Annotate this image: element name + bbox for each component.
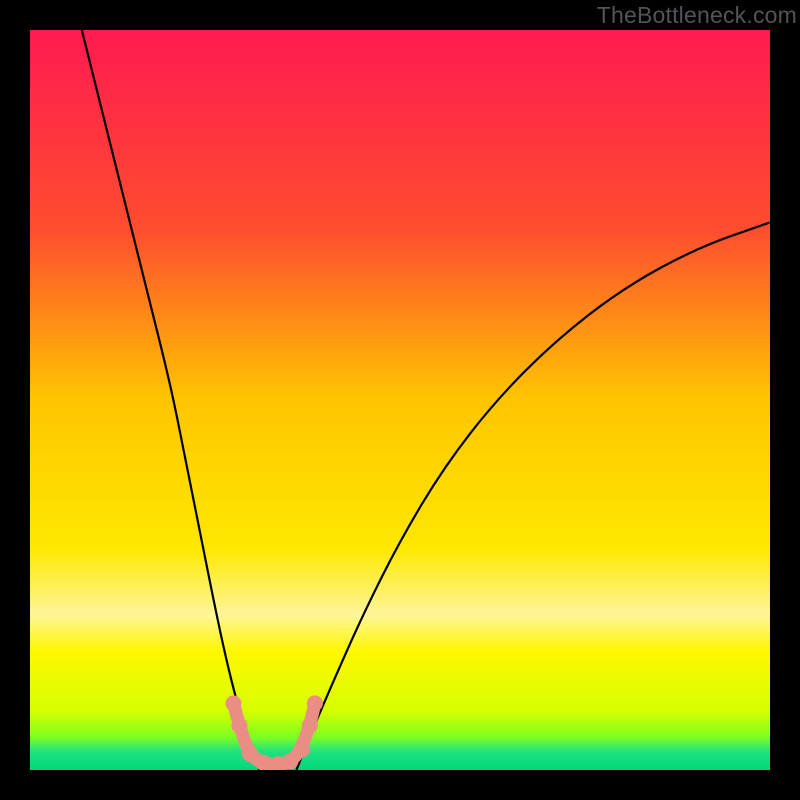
watermark-text: TheBottleneck.com — [597, 2, 797, 29]
marker-dot — [231, 718, 247, 734]
chart-frame — [30, 30, 770, 770]
marker-dot — [242, 746, 258, 762]
marker-dot — [282, 753, 298, 769]
gradient-background — [30, 30, 770, 770]
marker-dot — [302, 718, 318, 734]
marker-dot — [255, 755, 271, 770]
marker-dot — [307, 695, 323, 711]
chart-svg — [30, 30, 770, 770]
marker-dot — [294, 741, 310, 757]
marker-dot — [226, 695, 242, 711]
